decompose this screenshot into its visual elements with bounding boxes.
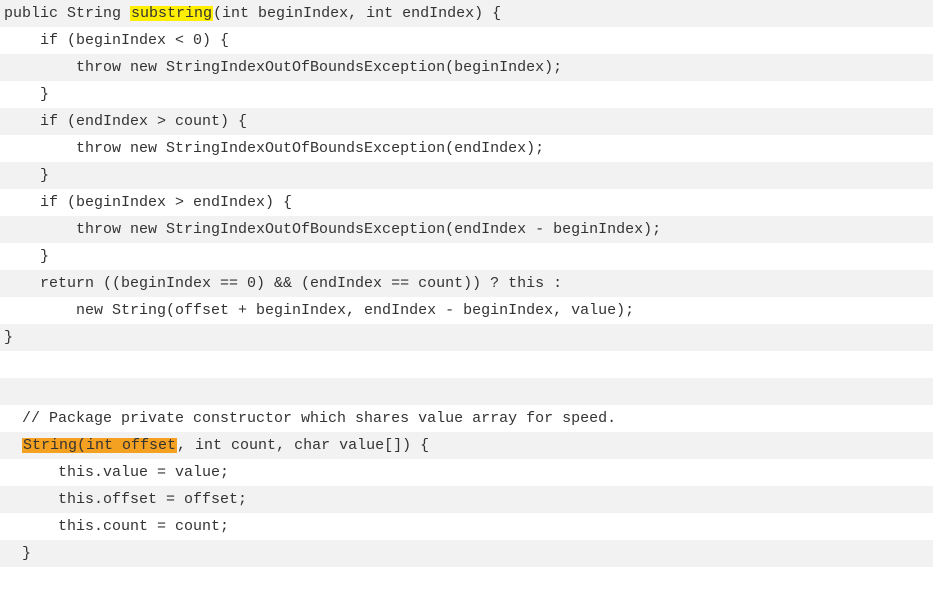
code-line: this.value = value; bbox=[0, 459, 933, 486]
code-text: , int count, char value[]) { bbox=[177, 438, 429, 453]
code-block: public String substring(int beginIndex, … bbox=[0, 0, 933, 567]
code-text: } bbox=[4, 330, 13, 345]
code-text: } bbox=[4, 546, 31, 561]
code-text: public String bbox=[4, 6, 130, 21]
code-line: this.count = count; bbox=[0, 513, 933, 540]
code-line: if (beginIndex > endIndex) { bbox=[0, 189, 933, 216]
code-line: } bbox=[0, 243, 933, 270]
highlighted-text: String(int offset bbox=[22, 438, 177, 453]
code-text: } bbox=[4, 168, 49, 183]
code-line bbox=[0, 351, 933, 378]
code-text: } bbox=[4, 87, 49, 102]
code-line: throw new StringIndexOutOfBoundsExceptio… bbox=[0, 135, 933, 162]
code-line: if (beginIndex < 0) { bbox=[0, 27, 933, 54]
code-text: throw new StringIndexOutOfBoundsExceptio… bbox=[4, 222, 661, 237]
code-text: } bbox=[4, 249, 49, 264]
code-text: throw new StringIndexOutOfBoundsExceptio… bbox=[4, 60, 562, 75]
code-text: (int beginIndex, int endIndex) { bbox=[213, 6, 501, 21]
code-text: // Package private constructor which sha… bbox=[4, 411, 616, 426]
code-text: this.offset = offset; bbox=[4, 492, 247, 507]
code-text bbox=[4, 438, 22, 453]
code-line bbox=[0, 378, 933, 405]
code-line: String(int offset, int count, char value… bbox=[0, 432, 933, 459]
code-line: } bbox=[0, 540, 933, 567]
code-line: public String substring(int beginIndex, … bbox=[0, 0, 933, 27]
highlighted-text: substring bbox=[130, 6, 213, 21]
code-text: this.value = value; bbox=[4, 465, 229, 480]
code-line: throw new StringIndexOutOfBoundsExceptio… bbox=[0, 216, 933, 243]
code-text: return ((beginIndex == 0) && (endIndex =… bbox=[4, 276, 562, 291]
code-line: } bbox=[0, 162, 933, 189]
code-line: } bbox=[0, 81, 933, 108]
code-text: if (endIndex > count) { bbox=[4, 114, 247, 129]
code-text: if (beginIndex < 0) { bbox=[4, 33, 229, 48]
code-line: if (endIndex > count) { bbox=[0, 108, 933, 135]
code-line: new String(offset + beginIndex, endIndex… bbox=[0, 297, 933, 324]
code-line: this.offset = offset; bbox=[0, 486, 933, 513]
code-text: throw new StringIndexOutOfBoundsExceptio… bbox=[4, 141, 544, 156]
code-text: new String(offset + beginIndex, endIndex… bbox=[4, 303, 634, 318]
code-text: this.count = count; bbox=[4, 519, 229, 534]
code-line: throw new StringIndexOutOfBoundsExceptio… bbox=[0, 54, 933, 81]
code-line: return ((beginIndex == 0) && (endIndex =… bbox=[0, 270, 933, 297]
code-text: if (beginIndex > endIndex) { bbox=[4, 195, 292, 210]
code-line: // Package private constructor which sha… bbox=[0, 405, 933, 432]
code-line: } bbox=[0, 324, 933, 351]
